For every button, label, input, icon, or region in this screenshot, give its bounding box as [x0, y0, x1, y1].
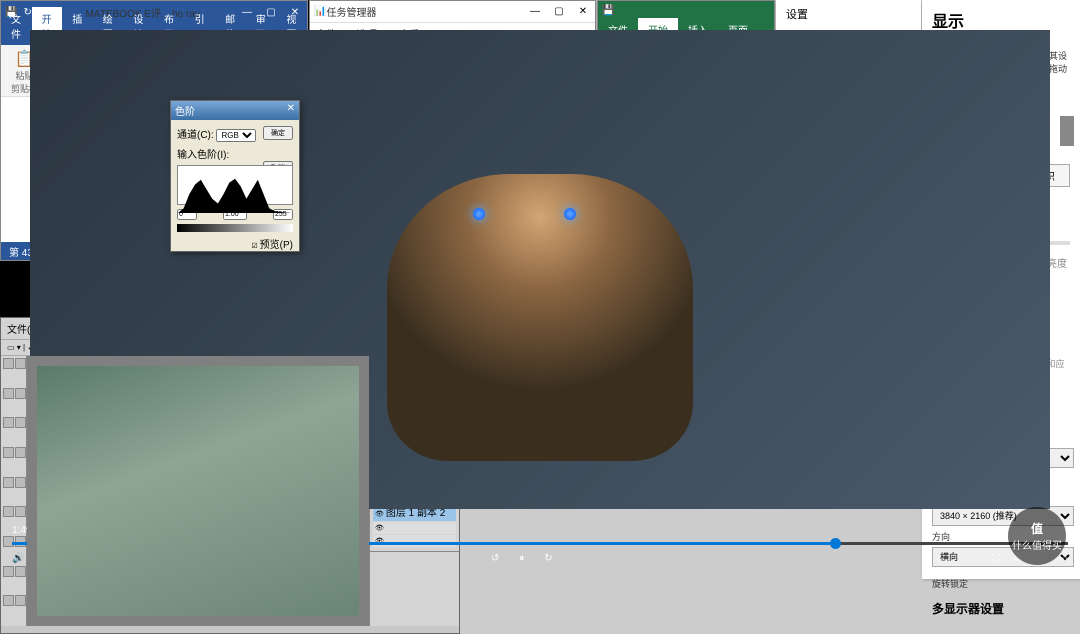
blur-tool[interactable] — [3, 506, 14, 517]
ps-toolbox — [1, 356, 27, 626]
output-gradient[interactable] — [177, 224, 293, 232]
eyedropper-tool[interactable] — [15, 417, 26, 428]
video-content — [387, 174, 693, 461]
wand-tool[interactable] — [15, 388, 26, 399]
taskmgr-title: 任务管理器 — [326, 4, 527, 19]
dialog-title: 色阶 — [175, 103, 195, 118]
ok-button[interactable]: 确定 — [263, 126, 293, 140]
taskmgr-icon: 📊 — [314, 6, 326, 17]
input-label: 输入色阶(I): — [177, 146, 293, 161]
settings-title: 设置 — [776, 0, 921, 28]
dialog-titlebar[interactable]: 色阶 ✕ — [171, 101, 299, 120]
watermark-text: 什么值得买 — [1012, 537, 1062, 552]
histogram — [177, 165, 293, 205]
taskmgr-titlebar[interactable]: 📊 任务管理器 — ▢ ✕ — [310, 1, 595, 23]
layer-name: 图层 1 副本 2 — [386, 508, 445, 519]
label: 预览(P) — [260, 240, 293, 251]
gradient-tool[interactable] — [15, 477, 26, 488]
aspect-icon[interactable]: ⛶ — [993, 553, 1000, 564]
brush-tool[interactable] — [3, 447, 14, 458]
stamp-tool[interactable] — [15, 447, 26, 458]
watermark-logo: 值 — [1031, 520, 1043, 537]
close-icon[interactable]: ✕ — [287, 103, 295, 118]
monitor-tile-secondary[interactable] — [1060, 116, 1074, 146]
levels-dialog: 色阶✕ 通道(C): RGB 确定 输入色阶(I): 取消 ☑ 预览(P) — [170, 100, 300, 252]
maximize-icon[interactable]: ▢ — [551, 4, 567, 20]
channel-select[interactable]: RGB — [216, 129, 256, 142]
play-pause-icon[interactable]: ⏸ — [519, 553, 524, 564]
marquee-tool[interactable] — [15, 358, 26, 369]
skip-fwd-icon[interactable]: ↻ — [544, 553, 552, 564]
glow-effect — [473, 208, 485, 220]
crop-tool[interactable] — [3, 417, 14, 428]
watermark: 值 什么值得买 — [1008, 507, 1066, 565]
dodge-tool[interactable] — [15, 506, 26, 517]
eraser-tool[interactable] — [3, 477, 14, 488]
close-icon[interactable]: ✕ — [575, 4, 591, 20]
channel-label: 通道(C): — [177, 130, 214, 141]
volume-icon[interactable]: 🔊 — [12, 553, 24, 564]
save-icon[interactable]: 💾 — [602, 5, 614, 16]
glow-effect — [564, 208, 576, 220]
skip-back-icon[interactable]: ↺ — [491, 553, 499, 564]
more-icon[interactable]: ⋯ — [1058, 553, 1068, 564]
back-button[interactable]: ← — [6, 6, 20, 22]
preview-checkbox[interactable]: ☑ 预览(P) — [251, 236, 293, 251]
hand-tool[interactable] — [3, 595, 14, 606]
multi-heading: 多显示器设置 — [922, 590, 1080, 621]
lasso-tool[interactable] — [3, 388, 14, 399]
minimize-icon[interactable]: — — [527, 4, 543, 20]
excel-titlebar[interactable]: 💾 — [598, 1, 774, 19]
move-tool[interactable] — [3, 358, 14, 369]
ps-canvas[interactable] — [27, 356, 369, 626]
zoom-tool[interactable] — [15, 595, 26, 606]
